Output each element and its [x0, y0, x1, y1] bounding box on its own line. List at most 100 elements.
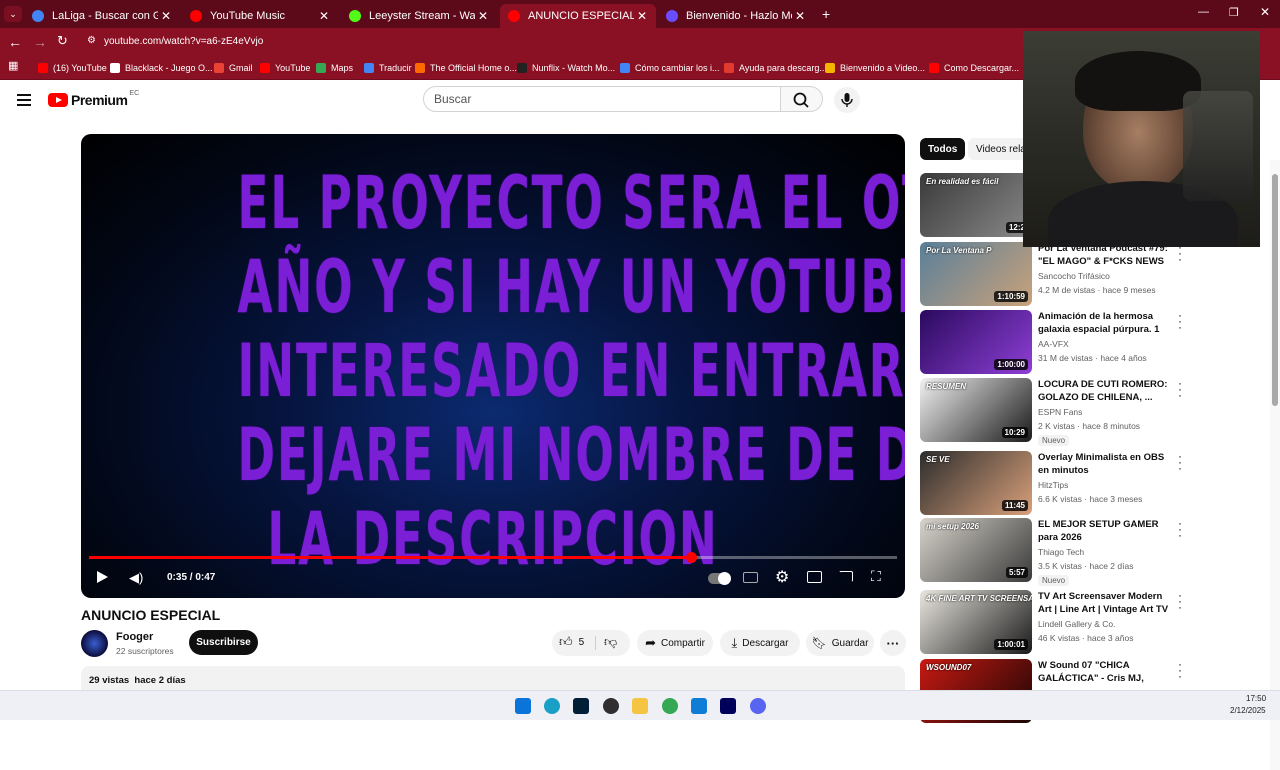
search-button[interactable]	[781, 86, 823, 112]
recommended-title[interactable]: TV Art Screensaver Modern Art | Line Art…	[1038, 590, 1176, 617]
recommended-channel[interactable]: Sancocho Trifásico	[1038, 271, 1110, 281]
bookmark-item[interactable]: Nunflix - Watch Mo...	[517, 60, 615, 76]
video-thumbnail[interactable]: 4K FINE ART TV SCREENSAVER 1:00:01	[920, 590, 1032, 654]
subscribe-button[interactable]: Suscribirse	[189, 630, 258, 655]
more-actions-button[interactable]: ···	[880, 630, 906, 656]
more-options-icon[interactable]: · · ·	[1178, 589, 1182, 613]
share-button[interactable]: ➦ Compartir	[637, 630, 713, 656]
youtube-logo[interactable]: Premium EC	[48, 90, 139, 108]
channel-name[interactable]: Fooger	[116, 631, 153, 643]
explorer-icon[interactable]	[632, 698, 648, 714]
menu-icon[interactable]	[17, 91, 31, 109]
save-button[interactable]: 🔖︎ Guardar	[806, 630, 874, 656]
recommended-channel[interactable]: Lindell Gallery & Co.	[1038, 619, 1115, 629]
video-thumbnail[interactable]: En realidad es fácil 12:2	[920, 173, 1032, 237]
discord-icon[interactable]	[750, 698, 766, 714]
page-scrollbar[interactable]	[1270, 160, 1280, 770]
apps-grid-icon[interactable]: ▦	[8, 59, 18, 72]
reload-icon[interactable]: ↻	[57, 33, 68, 49]
bookmark-item[interactable]: Gmail	[214, 60, 253, 76]
close-tab-icon[interactable]: ✕	[316, 9, 332, 23]
theater-mode-icon[interactable]	[807, 571, 822, 583]
close-window-icon[interactable]: ✕	[1260, 5, 1270, 19]
settings-icon[interactable]: ⚙	[775, 567, 789, 587]
restore-icon[interactable]: ❐	[1229, 6, 1239, 19]
autoplay-toggle[interactable]	[708, 572, 731, 585]
search-input[interactable]: Buscar	[423, 86, 781, 112]
browser-tab[interactable]: ANUNCIO ESPECIAL - YouTube✕	[500, 4, 656, 28]
tab-search-button[interactable]: ⌄	[4, 6, 22, 22]
video-player[interactable]: EL PROYECTO SERA EL OTROAÑO Y SI HAY UN …	[81, 134, 905, 598]
bookmark-item[interactable]: Traducir	[364, 60, 412, 76]
url-field[interactable]: youtube.com/watch?v=a6-zE4eVvjo	[104, 36, 263, 47]
video-thumbnail[interactable]: Por La Ventana P 1:10:59	[920, 242, 1032, 306]
cast-icon[interactable]	[839, 571, 853, 582]
close-tab-icon[interactable]: ✕	[158, 9, 174, 23]
close-tab-icon[interactable]: ✕	[792, 9, 808, 23]
recommended-channel[interactable]: ESPN Fans	[1038, 407, 1082, 417]
recommended-title[interactable]: Overlay Minimalista en OBS en minutos	[1038, 451, 1176, 477]
download-button[interactable]: ⤓ Descargar	[720, 630, 800, 656]
video-thumbnail[interactable]: RESUMEN 10:29	[920, 378, 1032, 442]
more-options-icon[interactable]: · · ·	[1178, 309, 1182, 333]
recommended-video[interactable]: 4K FINE ART TV SCREENSAVER 1:00:01 TV Art …	[920, 589, 1182, 654]
recommended-video[interactable]: Por La Ventana P 1:10:59 Por La Ventana Po…	[920, 241, 1182, 306]
video-thumbnail[interactable]: mi setup 2026 5:57	[920, 518, 1032, 582]
fullscreen-icon[interactable]: ⛶	[871, 568, 881, 585]
video-thumbnail[interactable]: 1:00:00	[920, 310, 1032, 374]
more-options-icon[interactable]: · · ·	[1178, 658, 1182, 682]
browser-tab[interactable]: LaLiga - Buscar con Google✕	[24, 4, 180, 28]
subtitles-icon[interactable]	[743, 572, 758, 583]
more-options-icon[interactable]: · · ·	[1178, 517, 1182, 541]
recommended-channel[interactable]: HitzTips	[1038, 480, 1068, 490]
bookmark-item[interactable]: Blacklack - Juego O...	[110, 60, 213, 76]
more-options-icon[interactable]: · · ·	[1178, 377, 1182, 401]
bookmark-item[interactable]: Bienvenido a Video...	[825, 60, 925, 76]
new-tab-button[interactable]: +	[822, 6, 830, 22]
recommended-channel[interactable]: Thiago Tech	[1038, 547, 1084, 557]
recommended-video[interactable]: mi setup 2026 5:57 EL MEJOR SETUP GAMER pa…	[920, 517, 1182, 586]
forward-icon[interactable]: →	[33, 34, 47, 50]
voice-search-button[interactable]	[834, 87, 860, 113]
browser-tab[interactable]: YouTube Music ✕	[182, 4, 338, 28]
like-button[interactable]: 👍︎ 5	[559, 634, 584, 650]
bookmark-item[interactable]: YouTube	[260, 60, 310, 76]
photoshop-icon[interactable]	[573, 698, 589, 714]
recommended-video[interactable]: SE VE 11:45 Overlay Minimalista en OBS en …	[920, 450, 1182, 515]
video-thumbnail[interactable]: SE VE 11:45	[920, 451, 1032, 515]
premiere-icon[interactable]	[720, 698, 736, 714]
dislike-icon[interactable]: 👎︎	[604, 634, 617, 650]
more-options-icon[interactable]: · · ·	[1178, 450, 1182, 474]
recommended-video[interactable]: RESUMEN 10:29 LOCURA DE CUTI ROMERO: GOLAZ…	[920, 377, 1182, 446]
progress-scrubber[interactable]	[685, 552, 697, 563]
browser-tab[interactable]: Bienvenido - Hazlo Meme✕	[658, 4, 814, 28]
play-icon[interactable]	[97, 571, 108, 583]
store-icon[interactable]	[691, 698, 707, 714]
recommended-title[interactable]: EL MEJOR SETUP GAMER para 2026	[1038, 518, 1176, 544]
progress-bar[interactable]	[89, 552, 897, 563]
bookmark-item[interactable]: Ayuda para descarg...	[724, 60, 827, 76]
browser-tab[interactable]: Leeyster Stream - Watch Live o✕	[341, 4, 497, 28]
bookmark-item[interactable]: Cómo cambiar los i...	[620, 60, 720, 76]
site-info-icon[interactable]: ⚙	[87, 35, 96, 46]
filter-chip[interactable]: Todos	[920, 138, 966, 160]
close-tab-icon[interactable]: ✕	[634, 9, 650, 23]
recommended-video[interactable]: 1:00:00 Animación de la hermosa galaxia e…	[920, 309, 1182, 374]
bookmark-item[interactable]: Maps	[316, 60, 353, 76]
recommended-channel[interactable]: AA-VFX	[1038, 339, 1069, 349]
channel-avatar[interactable]	[81, 630, 108, 657]
chrome-icon[interactable]	[662, 698, 678, 714]
close-tab-icon[interactable]: ✕	[475, 9, 491, 23]
recommended-title[interactable]: LOCURA DE CUTI ROMERO: GOLAZO DE CHILENA…	[1038, 378, 1176, 404]
bookmark-item[interactable]: (16) YouTube	[38, 60, 107, 76]
bookmark-item[interactable]: Como Descargar...	[929, 60, 1019, 76]
obs-icon[interactable]	[603, 698, 619, 714]
bookmark-item[interactable]: The Official Home o...	[415, 60, 517, 76]
windows-icon[interactable]	[515, 698, 531, 714]
back-icon[interactable]: ←	[8, 34, 22, 50]
recommended-title[interactable]: W Sound 07 "CHICA GALÁCTICA" - Cris MJ, …	[1038, 659, 1176, 686]
edge-icon[interactable]	[544, 698, 560, 714]
recommended-title[interactable]: Animación de la hermosa galaxia espacial…	[1038, 310, 1176, 337]
minimize-icon[interactable]: —	[1198, 6, 1209, 18]
volume-icon[interactable]: ◀)	[129, 570, 143, 586]
